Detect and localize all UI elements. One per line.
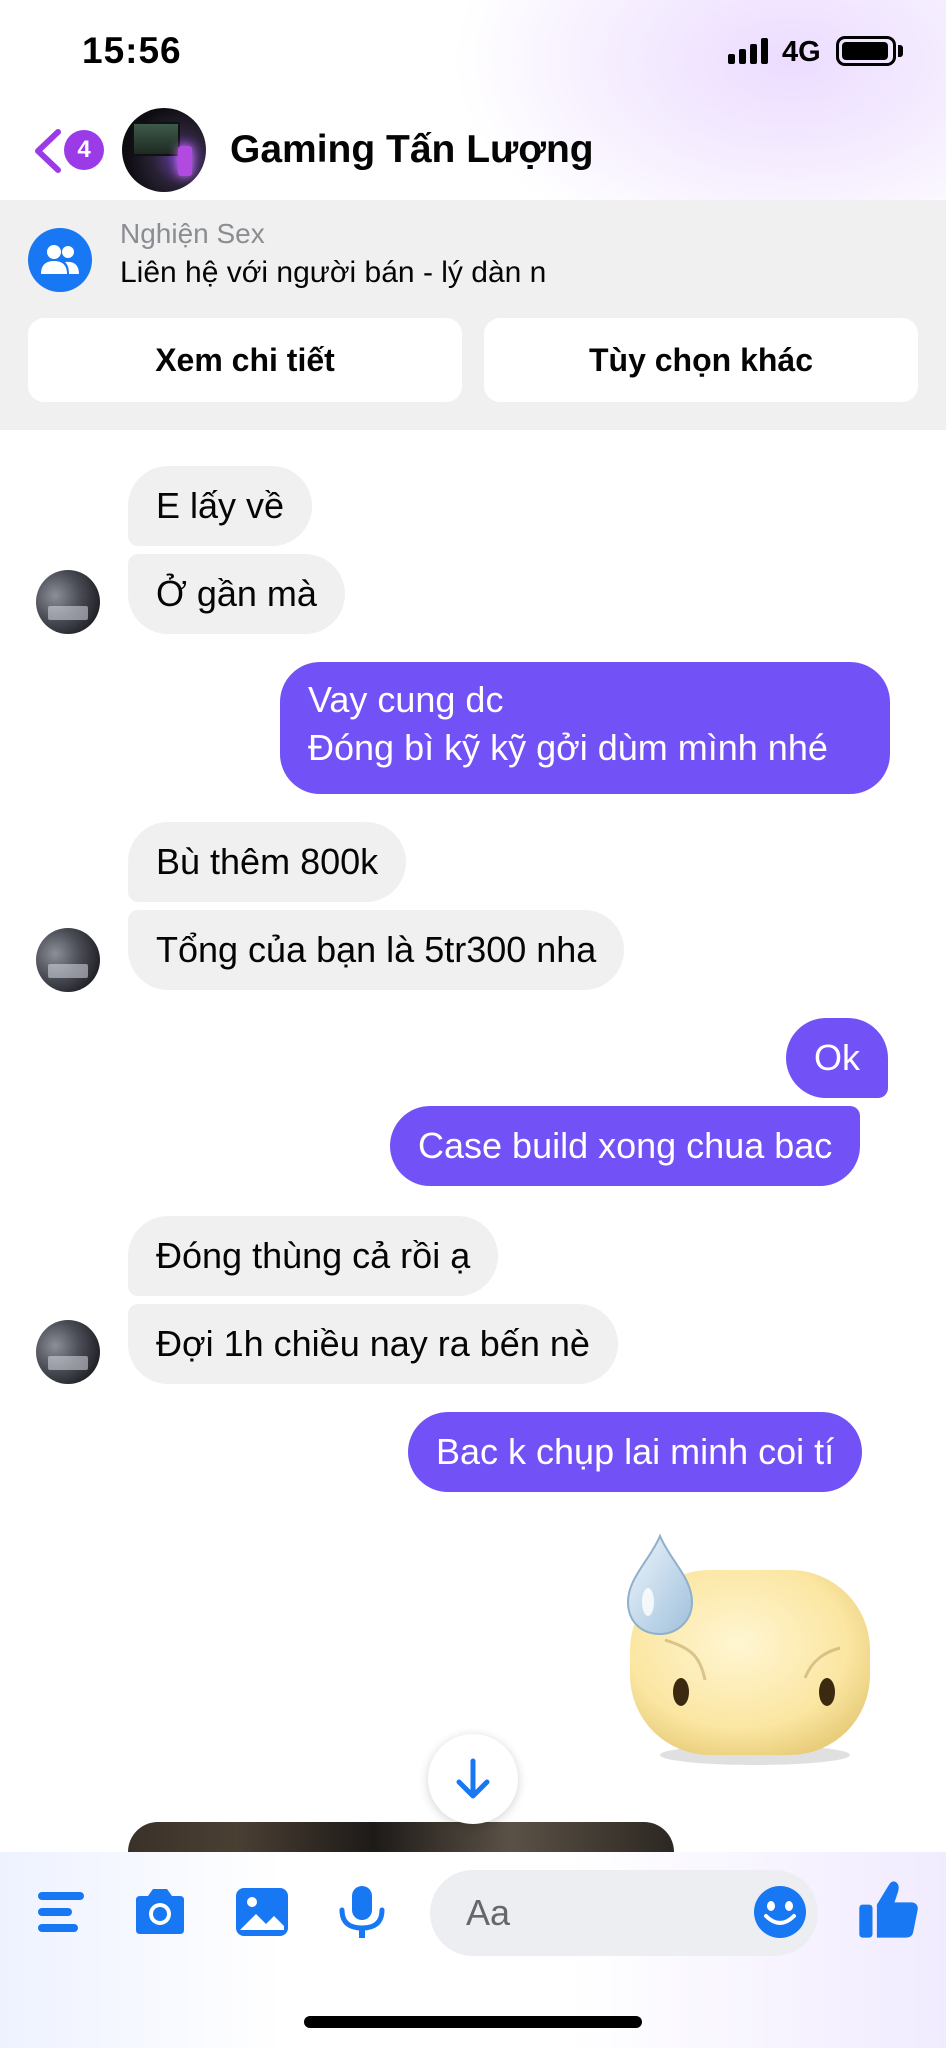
message-bubble[interactable]: Vay cung dc Đóng bì kỹ kỹ gởi dùm mình n… <box>280 662 890 794</box>
chat-header: 4 Gaming Tấn Lượng <box>0 100 946 200</box>
contact-avatar[interactable] <box>122 108 206 192</box>
message-bubble[interactable]: Ở gần mà <box>128 554 345 634</box>
scroll-to-bottom-button[interactable] <box>428 1734 518 1824</box>
message-line: Đóng bì kỹ kỹ gởi dùm mình nhé <box>308 727 828 768</box>
signal-icon <box>728 38 770 64</box>
message-bubble[interactable]: Đợi 1h chiều nay ra bến nè <box>128 1304 618 1384</box>
banner-text: Liên hệ với người bán - lý dàn n <box>120 256 547 289</box>
menu-icon[interactable] <box>34 1882 94 1942</box>
message-input[interactable]: Aa <box>430 1870 818 1956</box>
group-name: Nghiện Sex <box>120 218 265 249</box>
message-bubble[interactable]: Bù thêm 800k <box>128 822 407 902</box>
photo-icon[interactable] <box>232 1882 292 1942</box>
thumbs-up-icon[interactable] <box>856 1876 922 1942</box>
status-bar: 15:56 4G <box>0 0 946 100</box>
message-input-placeholder: Aa <box>466 1892 511 1933</box>
group-icon <box>28 228 92 292</box>
message-line: Vay cung dc <box>308 679 504 720</box>
sender-avatar[interactable] <box>36 928 100 992</box>
battery-icon <box>836 36 896 66</box>
arrow-down-icon <box>456 1758 490 1799</box>
message-bubble[interactable]: E lấy về <box>128 466 313 546</box>
message-bubble[interactable]: Ok <box>786 1018 889 1098</box>
contact-name[interactable]: Gaming Tấn Lượng <box>230 128 594 172</box>
message-bubble[interactable]: Case build xong chua bac <box>390 1106 861 1186</box>
emoji-icon[interactable] <box>750 1882 810 1942</box>
chevron-left-icon <box>35 129 61 173</box>
back-button[interactable]: 4 <box>28 124 104 178</box>
message-bubble[interactable]: Đóng thùng cả rồi ạ <box>128 1216 499 1296</box>
camera-icon[interactable] <box>130 1882 190 1942</box>
more-options-button[interactable]: Tùy chọn khác <box>484 318 918 402</box>
unread-badge: 4 <box>64 130 104 170</box>
view-details-button[interactable]: Xem chi tiết <box>28 318 462 402</box>
message-bubble[interactable]: Bac k chụp lai minh coi tí <box>408 1412 863 1492</box>
home-indicator <box>304 2016 642 2028</box>
message-bubble[interactable]: Tổng của bạn là 5tr300 nha <box>128 910 625 990</box>
battery-tip <box>898 45 903 57</box>
sweat-face-sticker[interactable] <box>620 1530 880 1770</box>
network-label: 4G <box>782 36 821 68</box>
marketplace-banner: Nghiện Sex Liên hệ với người bán - lý dà… <box>0 200 946 430</box>
sender-avatar[interactable] <box>36 570 100 634</box>
sender-avatar[interactable] <box>36 1320 100 1384</box>
messenger-chat-screen: 15:56 4G 4 Gaming Tấn Lượng Nghiện Sex L… <box>0 0 946 2048</box>
microphone-icon[interactable] <box>332 1882 392 1942</box>
status-time: 15:56 <box>82 30 182 71</box>
